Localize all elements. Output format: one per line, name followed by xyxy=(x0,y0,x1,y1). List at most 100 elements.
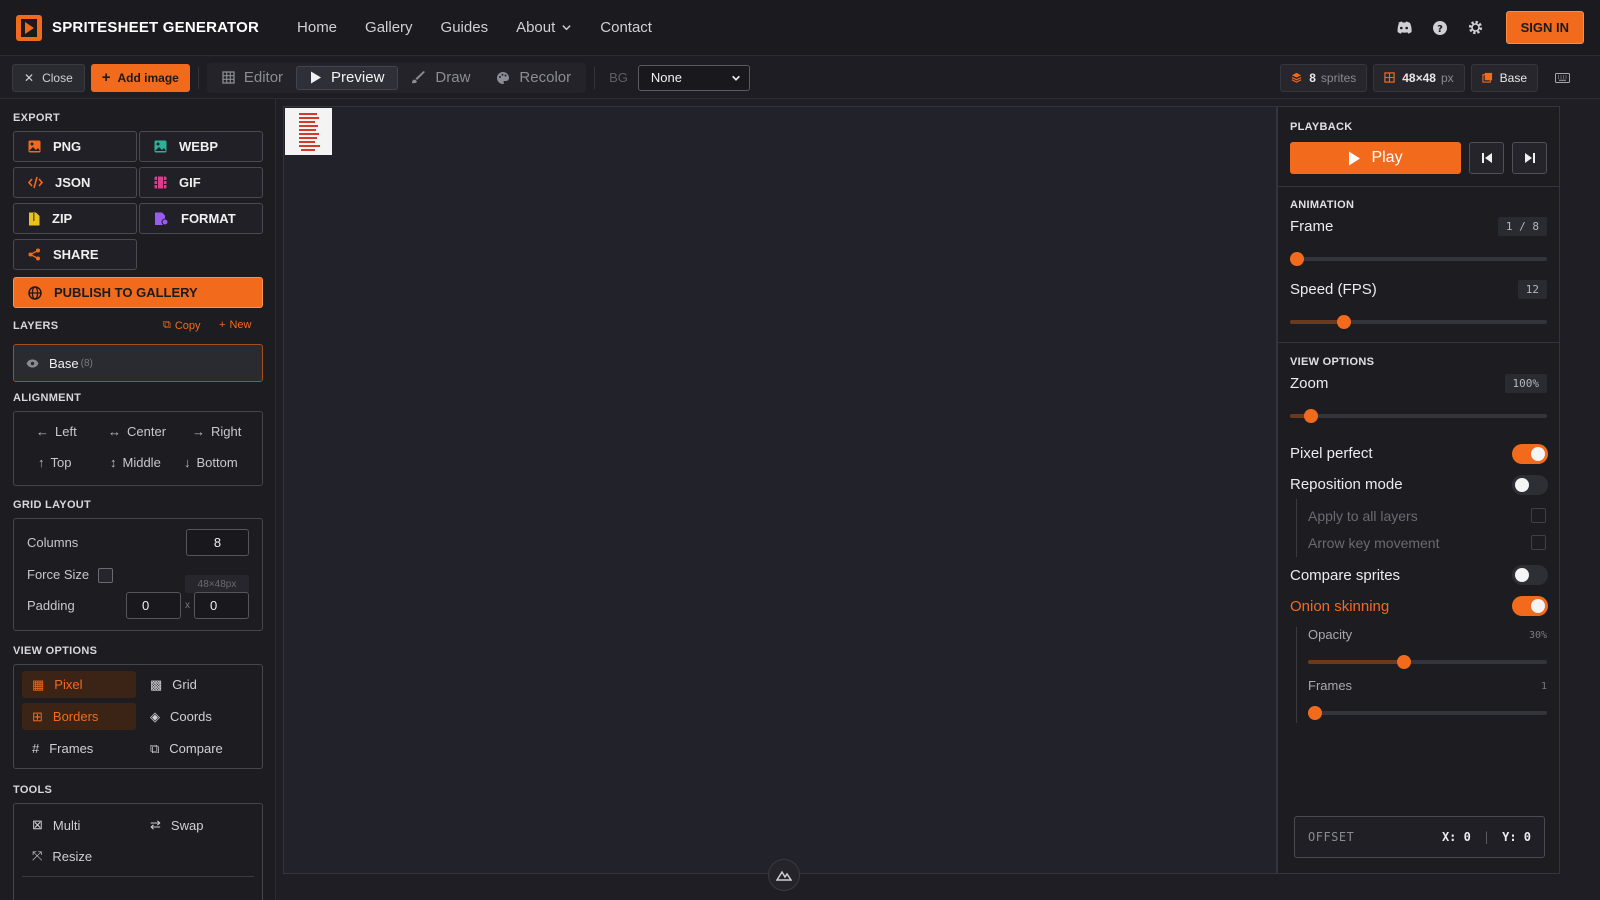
layers-title: LAYERS xyxy=(13,320,59,332)
sign-in-button[interactable]: SIGN IN xyxy=(1505,11,1584,44)
grid-icon: ▩ xyxy=(150,676,163,692)
divider xyxy=(22,876,254,877)
align-bottom-button[interactable]: ↓ Bottom xyxy=(184,455,238,470)
close-label: Close xyxy=(42,70,73,85)
export-webp-button[interactable]: WEBP xyxy=(139,131,263,162)
apply-all-layers-checkbox[interactable] xyxy=(1531,508,1546,523)
sprites-count: 8 xyxy=(1309,70,1316,85)
close-button[interactable]: ✕ Close xyxy=(12,63,85,92)
slider-knob[interactable] xyxy=(1304,409,1318,423)
spritesheet-thumbnail[interactable] xyxy=(285,108,332,155)
columns-input[interactable]: 8 xyxy=(186,529,249,556)
multi-select-icon: ⊠ xyxy=(32,817,43,832)
nav-contact[interactable]: Contact xyxy=(600,19,652,36)
padding-x-input[interactable]: 0 xyxy=(126,592,181,619)
tab-recolor[interactable]: Recolor xyxy=(483,66,584,90)
pixel-perfect-label: Pixel perfect xyxy=(1290,445,1373,462)
view-compare-toggle[interactable]: ⧉ Compare xyxy=(140,735,254,762)
tab-draw-label: Draw xyxy=(435,69,471,86)
help-icon[interactable]: ? xyxy=(1430,18,1450,38)
previous-frame-button[interactable] xyxy=(1469,142,1504,174)
settings-icon[interactable] xyxy=(1466,18,1486,38)
frame-slider[interactable] xyxy=(1290,252,1547,266)
export-format-label: FORMAT xyxy=(181,211,236,226)
tool-multi-button[interactable]: ⊠ Multi xyxy=(32,817,80,833)
slider-knob[interactable] xyxy=(1397,655,1411,669)
bg-select[interactable]: None xyxy=(637,64,750,91)
export-json-button[interactable]: JSON xyxy=(13,167,137,198)
tab-preview[interactable]: Preview xyxy=(296,65,399,90)
copy-layer-label: Copy xyxy=(174,319,201,332)
active-layer-badge[interactable]: Base xyxy=(1470,63,1538,92)
alignment-title: ALIGNMENT xyxy=(13,392,82,404)
view-pixel-toggle[interactable]: ▦ Pixel xyxy=(22,671,136,698)
zoom-slider[interactable] xyxy=(1290,409,1547,423)
add-image-button[interactable]: + Add image xyxy=(90,63,190,92)
force-size-checkbox[interactable] xyxy=(98,568,113,583)
brand[interactable]: SPRITESHEET GENERATOR xyxy=(16,14,259,41)
compare-sprites-toggle[interactable] xyxy=(1512,565,1548,585)
tab-editor[interactable]: Editor xyxy=(209,66,296,90)
tool-swap-button[interactable]: ⇄ Swap xyxy=(150,817,203,833)
tools-panel: ⊠ Multi ⇄ Swap ⤧ Resize xyxy=(13,803,263,900)
layer-count: (8) xyxy=(80,357,93,369)
pixel-perfect-toggle[interactable] xyxy=(1512,444,1548,464)
align-center-button[interactable]: ↔ Center xyxy=(108,424,166,439)
export-format-button[interactable]: FORMAT xyxy=(139,203,263,234)
new-layer-button[interactable]: + New xyxy=(219,319,251,331)
slider-knob[interactable] xyxy=(1290,252,1304,266)
nav-guides[interactable]: Guides xyxy=(441,19,489,36)
play-button[interactable]: Play xyxy=(1290,142,1461,174)
discord-icon[interactable] xyxy=(1394,18,1414,38)
view-coords-toggle[interactable]: ◈ Coords xyxy=(140,703,254,730)
keyboard-button[interactable] xyxy=(1544,64,1588,92)
onion-frames-slider[interactable] xyxy=(1308,706,1547,720)
view-options-title: VIEW OPTIONS xyxy=(1290,356,1375,368)
tab-draw[interactable]: Draw xyxy=(398,66,483,90)
nav-gallery[interactable]: Gallery xyxy=(365,19,413,36)
export-png-button[interactable]: PNG xyxy=(13,131,137,162)
slider-fill xyxy=(1290,320,1344,324)
left-sidebar: EXPORT PNG WEBP JSON GIF ZIP FORMAT SHAR… xyxy=(0,99,276,900)
copy-layer-button[interactable]: ⧉ Copy xyxy=(163,319,201,332)
arrow-key-movement-checkbox[interactable] xyxy=(1531,535,1546,550)
arrows-vertical-icon: ↕ xyxy=(110,455,117,470)
preview-canvas[interactable] xyxy=(283,106,1277,891)
keyboard-icon xyxy=(1555,72,1570,83)
slider-knob[interactable] xyxy=(1337,315,1351,329)
force-size-value: 48×48px xyxy=(185,575,249,593)
nav-home[interactable]: Home xyxy=(297,19,337,36)
tool-resize-button[interactable]: ⤧ Resize xyxy=(32,848,92,864)
align-top-button[interactable]: ↑ Top xyxy=(38,455,71,470)
divider xyxy=(1278,342,1559,343)
opacity-slider[interactable] xyxy=(1308,655,1547,669)
close-icon: ✕ xyxy=(24,70,35,85)
speed-slider[interactable] xyxy=(1290,315,1547,329)
align-right-button[interactable]: → Right xyxy=(192,424,241,439)
align-left-button[interactable]: ← Left xyxy=(36,424,77,439)
onion-skinning-toggle[interactable] xyxy=(1512,596,1548,616)
next-frame-button[interactable] xyxy=(1512,142,1547,174)
export-gif-button[interactable]: GIF xyxy=(139,167,263,198)
padding-y-input[interactable]: 0 xyxy=(194,592,249,619)
reposition-mode-toggle[interactable] xyxy=(1512,475,1548,495)
collapse-toggle-button[interactable] xyxy=(768,859,800,891)
view-borders-toggle[interactable]: ⊞ Borders xyxy=(22,703,136,730)
view-options-panel: ▦ Pixel ▩ Grid ⊞ Borders ◈ Coords # Frames ⧉ C… xyxy=(13,664,263,769)
view-grid-toggle[interactable]: ▩ Grid xyxy=(140,671,254,698)
view-frames-toggle[interactable]: # Frames xyxy=(22,735,136,762)
arrow-left-icon: ← xyxy=(36,424,49,439)
nav-about[interactable]: About xyxy=(516,19,572,36)
nav-links: Home Gallery Guides About Contact xyxy=(283,19,666,36)
zoom-value: 100% xyxy=(1504,374,1547,393)
code-icon xyxy=(28,176,43,189)
publish-to-gallery-button[interactable]: PUBLISH TO GALLERY xyxy=(13,277,263,308)
layer-item-base[interactable]: Base (8) xyxy=(13,344,263,382)
eye-icon[interactable] xyxy=(26,359,39,368)
export-zip-button[interactable]: ZIP xyxy=(13,203,137,234)
share-button[interactable]: SHARE xyxy=(13,239,137,270)
opacity-label: Opacity xyxy=(1308,627,1353,642)
align-middle-button[interactable]: ↕ Middle xyxy=(110,455,161,470)
globe-icon xyxy=(28,285,42,300)
slider-knob[interactable] xyxy=(1308,706,1322,720)
